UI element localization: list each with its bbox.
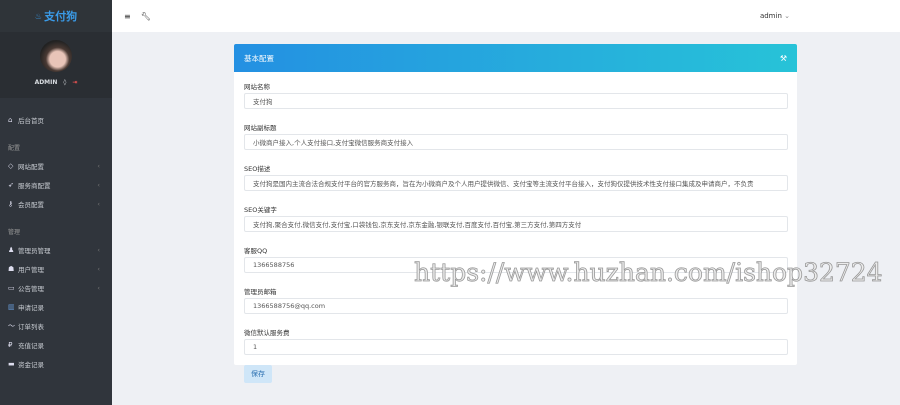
user-menu[interactable]: admin ⌄ — [760, 12, 790, 20]
logo[interactable]: ♨ 支付狗 — [0, 0, 112, 32]
chevron-left-icon: ‹ — [97, 199, 100, 208]
sidebar-item-member-config[interactable]: ⚷ 会员配置 ‹ — [0, 194, 112, 213]
sidebar-item-home[interactable]: ⌂ 后台首页 — [0, 110, 112, 129]
admin-email-input[interactable]: 1366588756@qq.com — [244, 298, 788, 314]
basic-config-panel: 基本配置 ⚒ 网站名称 支付狗 网站副标题 小微商户接入,个人支付接口,支付宝微信… — [234, 44, 797, 383]
menu-icon[interactable]: ≡ — [124, 12, 131, 21]
seo-description-input[interactable]: 支付狗是国内主流合法合规支付平台的官方服务商，旨在为小微商户及个人用户提供微信、… — [244, 175, 788, 191]
home-icon: ⌂ — [8, 115, 13, 124]
sidebar-item-admin-manage[interactable]: ♟ 管理员管理 ‹ — [0, 240, 112, 259]
tag-icon: ◇ — [8, 161, 14, 170]
topbar: ≡ 🔧︎ admin ⌄ — [112, 0, 900, 32]
sidebar-item-provider-config[interactable]: ➶ 服务商配置 ‹ — [0, 175, 112, 194]
wrench-icon[interactable]: ⚒ — [780, 54, 787, 63]
sidebar: ♨ 支付狗 ADMIN ◊ ⇥ ⌂ 后台首页 配置 ◇ 网站配置 ‹ ➶ 服务商配置 ‹ ⚷ 会员… — [0, 0, 112, 405]
ruble-icon: ₽ — [8, 340, 13, 349]
site-subtitle-input[interactable]: 小微商户接入,个人支付接口,支付宝微信服务商支付接入 — [244, 134, 788, 150]
seo-keywords-input[interactable]: 支付狗,聚合支付,微信支付,支付宝,口袋钱包,京东支付,京东金融,银联支付,百度… — [244, 216, 788, 232]
sidebar-item-site-config[interactable]: ◇ 网站配置 ‹ — [0, 156, 112, 175]
line-chart-icon: 〜 — [8, 321, 15, 330]
user-name: ADMIN — [34, 79, 58, 86]
sidebar-item-user-manage[interactable]: ☗ 用户管理 ‹ — [0, 259, 112, 278]
avatar[interactable] — [40, 40, 72, 72]
bar-chart-icon: ▥ — [8, 302, 15, 311]
message-icon: ▭ — [8, 283, 15, 292]
sidebar-item-recharge[interactable]: ₽ 充值记录 — [0, 335, 112, 354]
site-name-label: 网站名称 — [244, 83, 270, 91]
watermark: https://www.huzhan.com/ishop32724 — [414, 258, 883, 288]
send-icon: ➶ — [8, 180, 14, 189]
chevron-down-icon: ⌄ — [784, 12, 790, 20]
sidebar-item-notice-manage[interactable]: ▭ 公告管理 ‹ — [0, 278, 112, 297]
wechat-fee-label: 微信默认服务费 — [244, 329, 290, 337]
save-button[interactable]: 保存 — [244, 365, 272, 383]
logout-icon[interactable]: ⇥ — [72, 79, 77, 86]
chevron-left-icon: ‹ — [97, 283, 100, 292]
panel-title: 基本配置 — [244, 53, 274, 63]
chevron-left-icon: ‹ — [97, 264, 100, 273]
chevron-left-icon: ‹ — [97, 161, 100, 170]
theme-icon[interactable]: ◊ — [63, 79, 66, 86]
wrench-icon[interactable]: 🔧︎ — [141, 12, 151, 21]
seo-keywords-label: SEO关键字 — [244, 206, 277, 214]
admin-email-label: 管理员邮箱 — [244, 288, 277, 296]
users-icon: ☗ — [8, 264, 15, 273]
user-panel: ADMIN ◊ ⇥ — [0, 32, 112, 98]
sidebar-item-orders[interactable]: 〜订单列表 — [0, 316, 112, 335]
seo-description-label: SEO描述 — [244, 165, 271, 173]
sidebar-item-funds[interactable]: ▬ 资金记录 — [0, 354, 112, 373]
wechat-fee-input[interactable]: 1 — [244, 339, 788, 355]
site-subtitle-label: 网站副标题 — [244, 124, 277, 132]
key-icon: ⚷ — [8, 199, 14, 208]
section-config: 配置 — [8, 145, 21, 152]
section-manage: 管理 — [8, 229, 21, 236]
card-icon: ▬ — [8, 359, 15, 368]
chevron-left-icon: ‹ — [97, 180, 100, 189]
user-icon: ♟ — [8, 245, 15, 254]
flame-icon: ♨ — [34, 11, 43, 21]
chevron-left-icon: ‹ — [97, 245, 100, 254]
support-qq-label: 客服QQ — [244, 247, 268, 255]
sidebar-item-applications[interactable]: ▥ 申请记录 — [0, 297, 112, 316]
site-name-input[interactable]: 支付狗 — [244, 93, 788, 109]
